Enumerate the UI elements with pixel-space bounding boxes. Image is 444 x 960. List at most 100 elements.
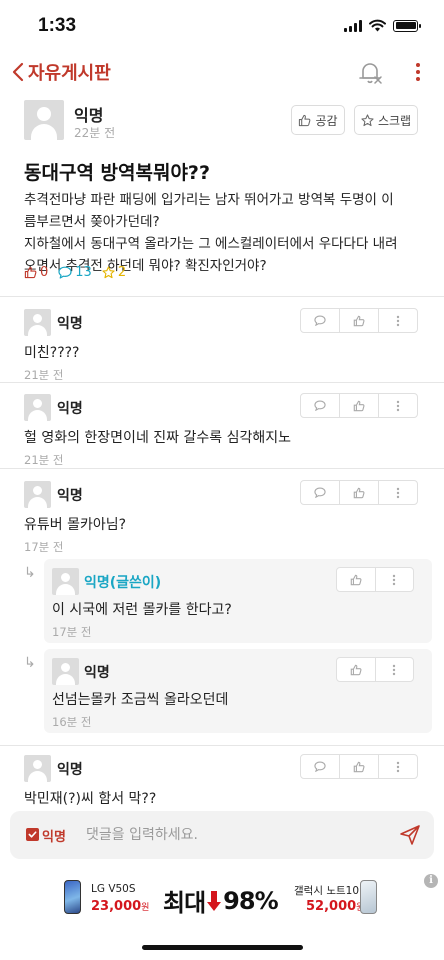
comment-author: 익명 (57, 762, 83, 778)
post-body-line: 추격전마냥 파란 패딩에 입가리는 남자 뛰어가고 방역복 두명이 이 (24, 192, 394, 208)
chat-bubble-icon (314, 487, 326, 498)
comment-actions (336, 567, 414, 592)
status-bar: 1:33 (0, 0, 444, 56)
comment-actions (300, 480, 418, 505)
chat-bubble-icon (314, 400, 326, 411)
ad-product-name: 갤럭시 노트10 (294, 885, 359, 897)
reply-arrow-icon: ↳ (24, 655, 36, 671)
back-chevron-icon (12, 62, 24, 82)
comment-like-button[interactable] (339, 755, 378, 778)
ad-product-name: LG V50S (91, 883, 136, 895)
post-body-line: 름부르면서 쫒아가던데? (24, 214, 160, 230)
reply-button[interactable] (301, 481, 339, 504)
avatar (24, 394, 51, 421)
reply-button[interactable] (301, 394, 339, 417)
more-vertical-icon (396, 761, 400, 772)
ad-banner[interactable]: i LG V50S 23,000원 최대 98% 갤럭시 노트10 52,000… (0, 866, 444, 928)
comment-author: 익명 (84, 665, 110, 681)
send-icon[interactable] (398, 823, 422, 847)
comment-author: 익명 (57, 401, 83, 417)
comment-author: 익명 (57, 488, 83, 504)
comment-item: 익명 미친???? 21분 전 (0, 308, 444, 382)
avatar (52, 658, 79, 685)
thumbs-up-icon (24, 266, 37, 279)
reply-box: 익명(글쓴이) 이 시국에 저런 몰카를 한다고? 17분 전 (44, 559, 432, 643)
comment-text: 유튜버 몰카아님? (24, 517, 127, 533)
more-vertical-icon (396, 487, 400, 498)
comment-author: 익명(글쓴이) (84, 575, 162, 591)
comment-more-button[interactable] (374, 658, 414, 681)
comment-time: 16분 전 (52, 715, 92, 729)
ad-info-icon[interactable]: i (424, 874, 438, 888)
avatar (52, 568, 79, 595)
avatar (24, 481, 51, 508)
thumbs-up-icon (353, 487, 365, 498)
thumbs-up-icon (350, 574, 362, 585)
divider (0, 468, 444, 469)
comment-text: 박민재(?)씨 함서 막?? (24, 791, 157, 807)
comment-input[interactable] (86, 819, 386, 851)
like-count: 0 (24, 265, 48, 280)
thumbs-up-icon (299, 114, 311, 126)
comment-more-button[interactable] (378, 394, 417, 417)
like-button[interactable]: 공감 (291, 105, 345, 135)
ad-product-price: 52,000원 (306, 899, 364, 914)
comment-time: 21분 전 (24, 453, 64, 467)
chat-bubble-icon (314, 315, 326, 326)
comment-like-button[interactable] (339, 309, 378, 332)
comment-more-button[interactable] (378, 481, 417, 504)
thumbs-up-icon (353, 315, 365, 326)
post-title: 동대구역 방역복뭐야?? (24, 162, 210, 184)
comment-like-button[interactable] (337, 658, 375, 681)
more-vertical-icon (393, 664, 396, 675)
bell-off-icon[interactable] (356, 58, 384, 86)
comment-like-button[interactable] (339, 481, 378, 504)
scrap-button[interactable]: 스크랩 (354, 105, 418, 135)
phone-image (64, 880, 81, 914)
more-vertical-icon (396, 400, 400, 411)
comment-time: 21분 전 (24, 368, 64, 382)
reply-arrow-icon: ↳ (24, 565, 36, 581)
back-button[interactable]: 자유게시판 (12, 56, 111, 88)
board-title: 자유게시판 (28, 63, 111, 84)
status-icons (344, 19, 421, 32)
comment-more-button[interactable] (378, 755, 417, 778)
reply-button[interactable] (301, 309, 339, 332)
star-icon (102, 266, 115, 279)
comment-time: 17분 전 (24, 540, 64, 554)
post-stats: 0 13 2 (24, 265, 126, 280)
comment-like-button[interactable] (337, 568, 375, 591)
comment-time: 17분 전 (52, 625, 92, 639)
comment-count: 13 (58, 265, 92, 280)
comment-actions (336, 657, 414, 682)
comment-more-button[interactable] (374, 568, 414, 591)
home-indicator (142, 945, 303, 950)
post-author: 익명 (74, 106, 104, 125)
more-vertical-icon (396, 315, 400, 326)
post-body: 추격전마냥 파란 패딩에 입가리는 남자 뛰어가고 방역복 두명이 이 름부르면… (24, 189, 424, 277)
wifi-icon (369, 19, 386, 32)
check-icon (28, 831, 37, 838)
divider (0, 745, 444, 746)
divider (0, 382, 444, 383)
comment-actions (300, 308, 418, 333)
status-time: 1:33 (38, 15, 77, 36)
post-header: 익명 22분 전 공감 스크랩 (24, 100, 420, 146)
avatar (24, 309, 51, 336)
more-vertical-icon (393, 574, 396, 585)
ad-headline: 최대 98% (163, 886, 279, 918)
comment-actions (300, 754, 418, 779)
comment-like-button[interactable] (339, 394, 378, 417)
comment-actions (300, 393, 418, 418)
anonymous-label[interactable]: 익명 (42, 826, 66, 845)
thumbs-up-icon (353, 761, 365, 772)
comment-input-bar: 익명 (10, 811, 434, 859)
nav-bar: 자유게시판 (0, 56, 444, 88)
comment-more-button[interactable] (378, 309, 417, 332)
scrap-label: 스크랩 (377, 113, 412, 128)
reply-button[interactable] (301, 755, 339, 778)
more-vertical-icon[interactable] (410, 60, 426, 84)
comment-author: 익명 (57, 316, 83, 332)
comment-text: 이 시국에 저런 몰카를 한다고? (52, 602, 232, 618)
anonymous-checkbox[interactable] (26, 828, 39, 841)
